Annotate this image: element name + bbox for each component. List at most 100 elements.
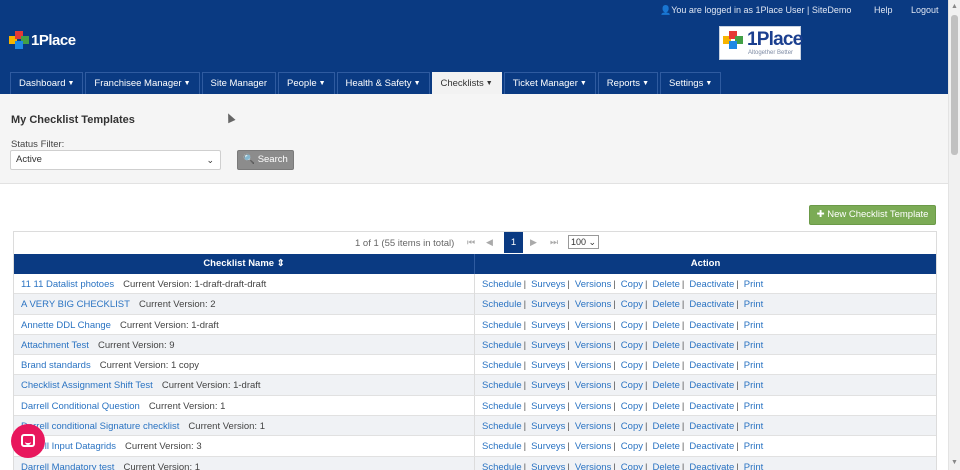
action-delete-link[interactable]: Delete xyxy=(652,462,679,470)
action-deactivate-link[interactable]: Deactivate xyxy=(689,320,734,331)
action-deactivate-link[interactable]: Deactivate xyxy=(689,340,734,351)
scrollbar-thumb[interactable] xyxy=(951,15,958,155)
action-versions-link[interactable]: Versions xyxy=(575,421,611,432)
action-copy-link[interactable]: Copy xyxy=(621,320,643,331)
help-link[interactable]: Help xyxy=(874,5,893,15)
action-delete-link[interactable]: Delete xyxy=(652,320,679,331)
checklist-name-link[interactable]: Darrell Mandatory test xyxy=(21,462,114,470)
search-button[interactable]: 🔍 Search xyxy=(237,150,294,170)
action-deactivate-link[interactable]: Deactivate xyxy=(689,360,734,371)
action-surveys-link[interactable]: Surveys xyxy=(531,279,565,290)
action-copy-link[interactable]: Copy xyxy=(621,299,643,310)
checklist-name-link[interactable]: Annette DDL Change xyxy=(21,320,111,331)
action-delete-link[interactable]: Delete xyxy=(652,441,679,452)
action-schedule-link[interactable]: Schedule xyxy=(482,279,522,290)
action-surveys-link[interactable]: Surveys xyxy=(531,441,565,452)
action-print-link[interactable]: Print xyxy=(744,380,764,391)
nav-reports[interactable]: Reports ▼ xyxy=(597,72,658,94)
logo[interactable]: 1Place xyxy=(9,31,76,49)
action-deactivate-link[interactable]: Deactivate xyxy=(689,421,734,432)
action-deactivate-link[interactable]: Deactivate xyxy=(689,279,734,290)
checklist-name-link[interactable]: 11 11 Datalist photoes xyxy=(21,279,114,290)
action-versions-link[interactable]: Versions xyxy=(575,320,611,331)
nav-settings[interactable]: Settings ▼ xyxy=(660,72,722,94)
action-schedule-link[interactable]: Schedule xyxy=(482,401,522,412)
action-surveys-link[interactable]: Surveys xyxy=(531,421,565,432)
current-page-button[interactable]: 1 xyxy=(504,232,523,253)
action-print-link[interactable]: Print xyxy=(744,299,764,310)
nav-checklists[interactable]: Checklists ▼ xyxy=(431,72,502,94)
checklist-name-link[interactable]: Darrell Conditional Question xyxy=(21,401,140,412)
action-schedule-link[interactable]: Schedule xyxy=(482,299,522,310)
action-schedule-link[interactable]: Schedule xyxy=(482,421,522,432)
checklist-name-link[interactable]: Brand standards xyxy=(21,360,91,371)
nav-site-manager[interactable]: Site Manager xyxy=(201,72,277,94)
action-delete-link[interactable]: Delete xyxy=(652,360,679,371)
page-scrollbar[interactable]: ▲ ▼ xyxy=(948,0,960,470)
action-delete-link[interactable]: Delete xyxy=(652,340,679,351)
action-print-link[interactable]: Print xyxy=(744,441,764,452)
action-schedule-link[interactable]: Schedule xyxy=(482,320,522,331)
action-schedule-link[interactable]: Schedule xyxy=(482,380,522,391)
action-copy-link[interactable]: Copy xyxy=(621,380,643,391)
last-page-icon[interactable]: ⏭ xyxy=(550,237,558,248)
nav-health-safety[interactable]: Health & Safety ▼ xyxy=(336,72,430,94)
action-versions-link[interactable]: Versions xyxy=(575,299,611,310)
scroll-down-icon[interactable]: ▼ xyxy=(951,459,958,466)
action-copy-link[interactable]: Copy xyxy=(621,421,643,432)
action-versions-link[interactable]: Versions xyxy=(575,360,611,371)
prev-page-icon[interactable]: ◀ xyxy=(486,237,493,248)
action-print-link[interactable]: Print xyxy=(744,320,764,331)
checklist-name-link[interactable]: Darrell conditional Signature checklist xyxy=(21,421,179,432)
action-deactivate-link[interactable]: Deactivate xyxy=(689,441,734,452)
action-copy-link[interactable]: Copy xyxy=(621,340,643,351)
action-versions-link[interactable]: Versions xyxy=(575,462,611,470)
action-copy-link[interactable]: Copy xyxy=(621,401,643,412)
action-print-link[interactable]: Print xyxy=(744,279,764,290)
action-surveys-link[interactable]: Surveys xyxy=(531,340,565,351)
action-delete-link[interactable]: Delete xyxy=(652,299,679,310)
action-versions-link[interactable]: Versions xyxy=(575,340,611,351)
nav-franchisee-manager[interactable]: Franchisee Manager ▼ xyxy=(85,72,200,94)
checklist-name-link[interactable]: A VERY BIG CHECKLIST xyxy=(21,299,130,310)
action-versions-link[interactable]: Versions xyxy=(575,279,611,290)
nav-ticket-manager[interactable]: Ticket Manager ▼ xyxy=(503,72,596,94)
action-print-link[interactable]: Print xyxy=(744,360,764,371)
action-delete-link[interactable]: Delete xyxy=(652,401,679,412)
scroll-up-icon[interactable]: ▲ xyxy=(951,3,958,10)
chat-launcher-button[interactable] xyxy=(11,424,45,458)
action-versions-link[interactable]: Versions xyxy=(575,401,611,412)
action-schedule-link[interactable]: Schedule xyxy=(482,462,522,470)
action-print-link[interactable]: Print xyxy=(744,401,764,412)
nav-dashboard[interactable]: Dashboard ▼ xyxy=(10,72,84,94)
page-size-select[interactable]: 100 ⌄ xyxy=(568,235,599,249)
action-surveys-link[interactable]: Surveys xyxy=(531,462,565,470)
action-versions-link[interactable]: Versions xyxy=(575,380,611,391)
action-print-link[interactable]: Print xyxy=(744,340,764,351)
checklist-name-link[interactable]: Attachment Test xyxy=(21,340,89,351)
first-page-icon[interactable]: ⏮ xyxy=(467,237,475,248)
action-copy-link[interactable]: Copy xyxy=(621,279,643,290)
next-page-icon[interactable]: ▶ xyxy=(530,237,537,248)
action-print-link[interactable]: Print xyxy=(744,421,764,432)
action-surveys-link[interactable]: Surveys xyxy=(531,401,565,412)
checklist-name-header[interactable]: Checklist Name ⇕ xyxy=(14,254,475,274)
action-copy-link[interactable]: Copy xyxy=(621,441,643,452)
action-delete-link[interactable]: Delete xyxy=(652,421,679,432)
action-surveys-link[interactable]: Surveys xyxy=(531,299,565,310)
action-deactivate-link[interactable]: Deactivate xyxy=(689,401,734,412)
new-checklist-template-button[interactable]: ✚ New Checklist Template xyxy=(809,205,936,225)
action-delete-link[interactable]: Delete xyxy=(652,279,679,290)
action-deactivate-link[interactable]: Deactivate xyxy=(689,380,734,391)
action-copy-link[interactable]: Copy xyxy=(621,360,643,371)
action-surveys-link[interactable]: Surveys xyxy=(531,320,565,331)
action-surveys-link[interactable]: Surveys xyxy=(531,380,565,391)
action-surveys-link[interactable]: Surveys xyxy=(531,360,565,371)
checklist-name-link[interactable]: Checklist Assignment Shift Test xyxy=(21,380,153,391)
action-schedule-link[interactable]: Schedule xyxy=(482,340,522,351)
status-filter-select[interactable]: Active ⌄ xyxy=(10,150,221,170)
action-copy-link[interactable]: Copy xyxy=(621,462,643,470)
logout-link[interactable]: Logout xyxy=(911,5,939,15)
action-versions-link[interactable]: Versions xyxy=(575,441,611,452)
action-print-link[interactable]: Print xyxy=(744,462,764,470)
